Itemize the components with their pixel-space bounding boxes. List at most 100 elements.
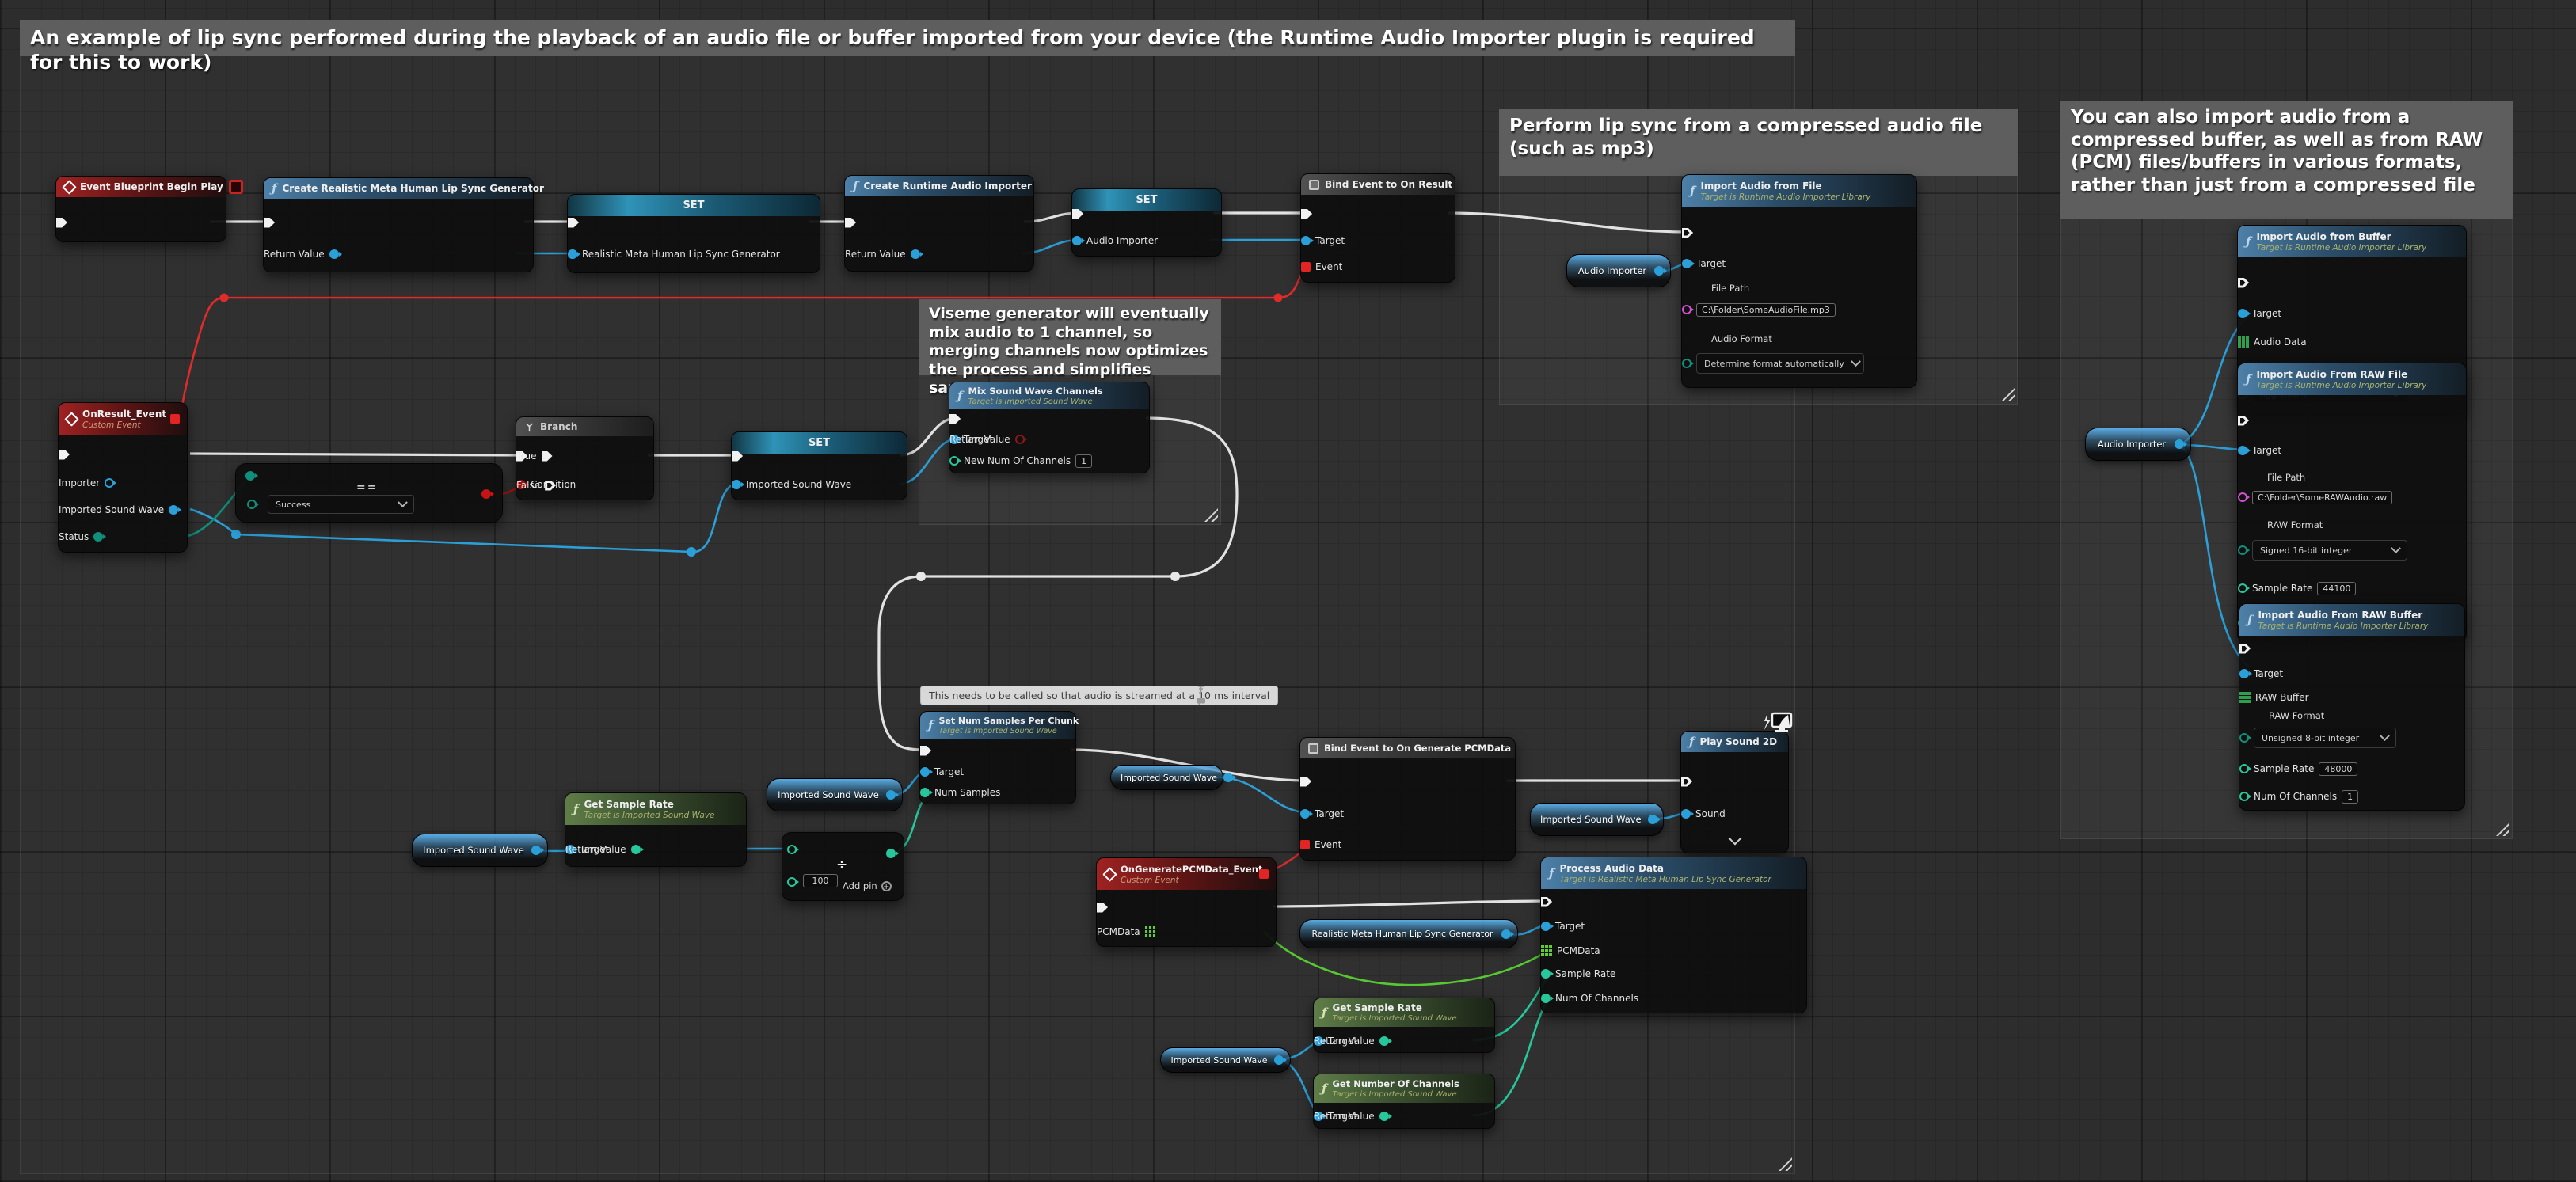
importer-pin[interactable]: Importer (59, 472, 114, 494)
node-divide[interactable]: 100 ÷ Add pin + (782, 832, 904, 901)
comment-title-raw[interactable]: You can also import audio from a compres… (2060, 101, 2513, 219)
var-get-imported-sound-wave[interactable]: Imported Sound Wave (1110, 765, 1223, 790)
exec-out-pin[interactable] (1681, 770, 1692, 792)
blueprint-graph-canvas[interactable]: An example of lip sync performed during … (0, 0, 2576, 1182)
return-value-pin[interactable]: Return Value (565, 838, 641, 861)
dividend-pin[interactable] (787, 845, 797, 854)
sound-pin[interactable]: Sound (1681, 803, 1726, 825)
raw-format-pin[interactable]: Signed 16-bit integer (2238, 539, 2407, 561)
sample-rate-pin[interactable]: Sample Rate (1541, 963, 1615, 985)
var-get-rmh-generator[interactable]: Realistic Meta Human Lip Sync Generator (1299, 919, 1518, 948)
exec-out-pin[interactable] (732, 445, 743, 467)
var-get-imported-sound-wave[interactable]: Imported Sound Wave (1160, 1047, 1291, 1073)
exec-out-pin[interactable] (2238, 409, 2249, 431)
var-out-pin[interactable] (568, 243, 577, 265)
var-out-pin[interactable] (732, 473, 741, 496)
var-get-imported-sound-wave[interactable]: Imported Sound Wave (767, 778, 903, 811)
var-get-audio-importer[interactable]: Audio Importer (2085, 428, 2191, 461)
return-value-pin[interactable]: Return Value (264, 243, 339, 265)
node-bind-event-on-generate-pcmdata[interactable]: Bind Event to On Generate PCMData Target… (1299, 737, 1516, 861)
expand-chevron-icon[interactable] (1729, 832, 1742, 846)
audio-format-pin[interactable]: Determine format automatically (1682, 352, 1864, 374)
exec-out-pin[interactable] (56, 211, 67, 234)
sample-rate-pin[interactable]: Sample Rate 48000 (2239, 758, 2357, 780)
node-set-imported-sound-wave[interactable]: SET Imported Sound Wave (731, 431, 907, 500)
delegate-pin[interactable] (170, 414, 180, 424)
pcmdata-pin[interactable]: PCMData (1541, 940, 1600, 962)
num-channels-pin[interactable]: Num Of Channels 1 (2239, 785, 2358, 808)
enum-in-pin[interactable] (245, 471, 255, 481)
sample-rate-pin[interactable]: Sample Rate 44100 (2238, 577, 2356, 599)
exec-out-pin[interactable] (1682, 222, 1693, 244)
sample-rate-input[interactable]: 44100 (2317, 582, 2356, 595)
return-value-pin[interactable]: Return Value (949, 428, 1025, 450)
num-channels-pin[interactable]: Num Of Channels (1541, 987, 1638, 1009)
file-path-input[interactable]: C:\Folder\SomeAudioFile.mp3 (1696, 303, 1836, 317)
node-process-audio-data[interactable]: ƒ Process Audio Data Target is Realistic… (1540, 857, 1807, 1013)
exec-out-pin[interactable] (2239, 637, 2251, 659)
comment-title-viseme[interactable]: Viseme generator will eventually mix aud… (919, 299, 1221, 375)
node-play-sound-2d[interactable]: ƒ Play Sound 2D Sound (1680, 731, 1789, 853)
exec-out-pin[interactable] (1301, 203, 1312, 225)
node-equal-enum[interactable]: == Success (235, 463, 503, 523)
node-create-runtime-audio-importer[interactable]: ƒ Create Runtime Audio Importer Return V… (844, 175, 1034, 272)
raw-format-dropdown[interactable]: Unsigned 8-bit integer (2254, 728, 2396, 748)
node-get-number-of-channels[interactable]: ƒ Get Number Of Channels Target is Impor… (1313, 1074, 1495, 1129)
audio-data-pin[interactable]: Audio Data (2238, 331, 2307, 353)
comment-title-mp3[interactable]: Perform lip sync from a compressed audio… (1499, 109, 2018, 176)
node-import-audio-from-file[interactable]: ƒ Import Audio from File Target is Runti… (1681, 174, 1917, 388)
node-set-realistic-generator[interactable]: SET Realistic Meta Human Lip Sync Genera… (567, 194, 820, 273)
exec-out-pin[interactable] (949, 408, 961, 430)
result-pin[interactable] (886, 849, 896, 858)
divisor-input[interactable]: 100 (803, 874, 838, 887)
node-on-result-event[interactable]: OnResult_Event Custom Event Importer Imp… (58, 402, 188, 553)
exec-out-pin[interactable] (264, 211, 275, 234)
return-value-pin[interactable]: Return Value (1314, 1105, 1389, 1127)
target-pin[interactable]: Target (1541, 915, 1585, 937)
var-in-pin[interactable]: Realistic Meta Human Lip Sync Generator (568, 243, 780, 265)
var-get-imported-sound-wave[interactable]: Imported Sound Wave (1530, 803, 1664, 836)
node-get-sample-rate-2[interactable]: ƒ Get Sample Rate Target is Imported Sou… (1313, 998, 1495, 1053)
target-pin[interactable]: Target (1682, 253, 1726, 275)
num-channels-input[interactable]: 1 (2342, 790, 2358, 804)
exec-out-pin[interactable] (1072, 203, 1083, 225)
node-on-generate-pcmdata-event[interactable]: OnGeneratePCMData_Event Custom Event PCM… (1096, 857, 1277, 947)
new-num-channels-input[interactable]: 1 (1075, 454, 1092, 468)
var-in-pin[interactable]: Audio Importer (1072, 230, 1158, 252)
delegate-pin[interactable] (1259, 869, 1269, 879)
node-mix-sound-wave-channels[interactable]: ƒ Mix Sound Wave Channels Target is Impo… (949, 382, 1150, 473)
return-value-pin[interactable]: Return Value (1314, 1030, 1389, 1052)
imported-sound-wave-pin[interactable]: Imported Sound Wave (59, 499, 178, 521)
exec-out-pin[interactable] (845, 211, 856, 234)
exec-out-pin[interactable] (1097, 896, 1108, 918)
comment-title-main[interactable]: An example of lip sync performed during … (20, 20, 1795, 56)
exec-out-pin[interactable] (2238, 272, 2249, 294)
target-pin[interactable]: Target (920, 761, 964, 783)
exec-out-pin[interactable] (1541, 891, 1552, 913)
false-exec-pin[interactable]: False (516, 474, 556, 496)
node-set-num-samples-per-chunk[interactable]: ƒ Set Num Samples Per Chunk Target is Im… (919, 711, 1076, 804)
raw-format-pin[interactable]: Unsigned 8-bit integer (2239, 727, 2396, 749)
target-pin[interactable]: Target (2238, 302, 2281, 325)
enum-in-pin[interactable] (247, 500, 257, 509)
node-branch[interactable]: Branch True Condition False (516, 416, 654, 500)
var-out-pin[interactable] (1072, 230, 1082, 252)
raw-buffer-pin[interactable]: RAW Buffer (2239, 686, 2309, 709)
event-delegate-pin[interactable]: Event (1301, 256, 1342, 278)
divisor-pin[interactable] (787, 877, 797, 887)
new-num-channels-pin[interactable]: New Num Of Channels 1 (949, 450, 1092, 472)
status-pin[interactable]: Status (59, 526, 103, 548)
node-create-realistic-generator[interactable]: ƒ Create Realistic Meta Human Lip Sync G… (263, 177, 534, 272)
file-path-input[interactable]: C:\Folder\SomeRAWAudio.raw (2252, 491, 2392, 504)
target-pin[interactable]: Target (2239, 663, 2283, 685)
exec-out-pin[interactable] (920, 739, 931, 762)
raw-format-dropdown[interactable]: Signed 16-bit integer (2252, 540, 2407, 561)
num-samples-pin[interactable]: Num Samples (920, 781, 1000, 804)
exec-out-pin[interactable] (568, 211, 579, 234)
node-get-sample-rate[interactable]: ƒ Get Sample Rate Target is Imported Sou… (565, 792, 747, 867)
return-value-pin[interactable]: Return Value (845, 243, 920, 265)
add-pin-button[interactable]: + (881, 881, 892, 891)
var-get-audio-importer[interactable]: Audio Importer (1566, 254, 1671, 287)
true-exec-pin[interactable]: True (516, 445, 553, 467)
target-pin[interactable]: Target (2238, 439, 2281, 462)
